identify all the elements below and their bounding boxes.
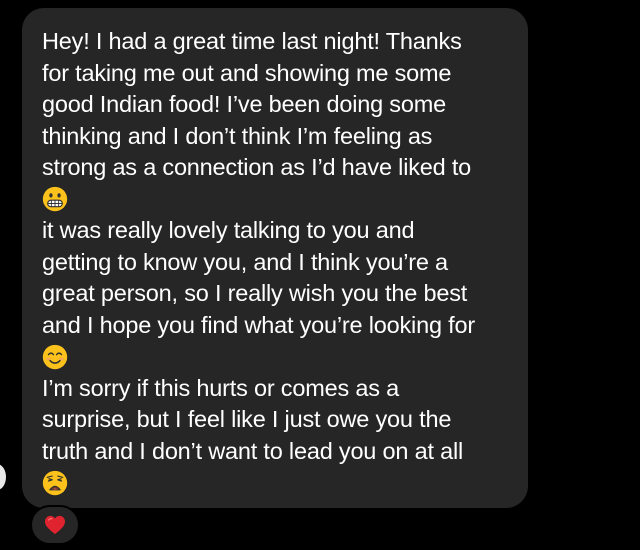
message-line: I’m sorry if this hurts or comes as a — [42, 374, 399, 401]
message-bubble[interactable]: Hey! I had a great time last night! Than… — [22, 8, 528, 508]
message-line: and I hope you find what you’re looking … — [42, 311, 475, 338]
emoji-line — [42, 184, 514, 216]
message-line: surprise, but I feel like I just owe you… — [42, 406, 452, 432]
message-line: for taking me out and showing me some — [42, 59, 452, 86]
message-line: it was really lovely talking to you and — [42, 217, 415, 243]
message-line: good Indian food! I’ve been doing some — [42, 91, 446, 117]
message-line: great person, so I really wish you the b… — [42, 280, 468, 306]
smiling-face-icon — [42, 344, 68, 369]
sender-avatar[interactable] — [0, 464, 6, 490]
grimacing-face-icon — [42, 187, 68, 212]
message-line: Hey! I had a great time last night! Than… — [42, 28, 462, 54]
emoji-line — [42, 341, 514, 373]
message-line: strong as a connection as I’d have liked… — [42, 154, 472, 180]
message-line: truth and I don’t want to lead you on at… — [42, 437, 464, 464]
weary-face-icon — [42, 470, 68, 495]
heart-reaction[interactable] — [30, 505, 80, 545]
red-heart-icon — [45, 515, 65, 535]
message-line: thinking and I don’t think I’m feeling a… — [42, 122, 433, 149]
emoji-line — [42, 467, 514, 499]
chat-screen: Hey! I had a great time last night! Than… — [0, 0, 640, 550]
message-line: getting to know you, and I think you’re … — [42, 248, 448, 275]
